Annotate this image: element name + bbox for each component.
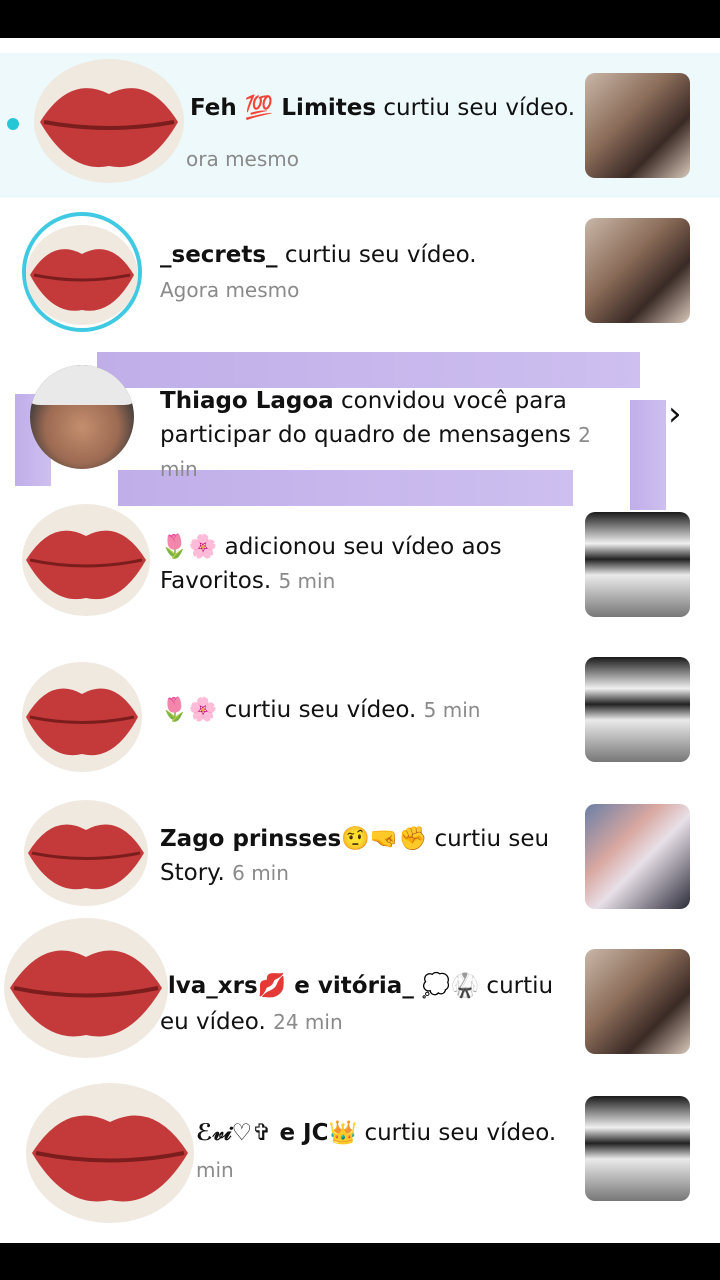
notification-text: ℰ𝓋𝒾♡✞ e JC👑 curtiu seu vídeo. xyxy=(196,1116,616,1150)
video-thumbnail[interactable] xyxy=(585,949,690,1054)
notification-text: Zago prinsses🤨🤜✊ curtiu seu Story. 6 min xyxy=(160,822,580,890)
user-name[interactable]: Feh 💯 Limites xyxy=(190,95,376,121)
user-name[interactable]: Zago prinsses🤨🤜✊ xyxy=(160,826,427,852)
user-name[interactable]: Thiago Lagoa xyxy=(160,388,334,414)
notification-text: 🌷🌸 adicionou seu vídeo aos Favoritos. 5 … xyxy=(160,530,580,598)
unread-dot xyxy=(7,118,19,130)
notification-text: Feh 💯 Limites curtiu seu vídeo. xyxy=(190,91,610,125)
timestamp: Agora mesmo xyxy=(160,278,300,302)
lips-sticker-icon xyxy=(22,662,142,772)
user-name[interactable]: 🌷🌸 xyxy=(160,697,217,723)
lips-sticker-icon xyxy=(26,225,138,325)
purple-overlay-bar xyxy=(630,400,666,510)
status-bar xyxy=(0,0,720,38)
navigation-bar xyxy=(0,1243,720,1280)
action-text: curtiu seu vídeo. xyxy=(224,697,417,723)
lips-sticker-icon xyxy=(26,1083,194,1223)
action-text: curtiu xyxy=(486,973,554,999)
chevron-right-icon[interactable]: › xyxy=(668,394,682,434)
notification-text: Thiago Lagoa convidou você para particip… xyxy=(160,384,630,486)
timestamp: min xyxy=(196,1158,234,1182)
notification-text: _secrets_ curtiu seu vídeo. xyxy=(160,238,580,272)
purple-overlay-bar xyxy=(97,352,640,388)
lips-sticker-icon xyxy=(34,59,184,183)
timestamp: 5 min xyxy=(423,698,481,722)
video-thumbnail[interactable] xyxy=(585,657,690,762)
timestamp: 5 min xyxy=(278,569,336,593)
video-thumbnail[interactable] xyxy=(585,218,690,323)
lips-sticker-icon xyxy=(22,504,150,616)
timestamp: 6 min xyxy=(232,861,289,885)
notification-text: 🌷🌸 curtiu seu vídeo. 5 min xyxy=(160,693,580,727)
action-text: curtiu seu vídeo. xyxy=(383,95,576,121)
lips-sticker-icon xyxy=(4,918,168,1058)
video-thumbnail[interactable] xyxy=(585,73,690,178)
video-thumbnail[interactable] xyxy=(585,512,690,617)
action-text: curtiu seu vídeo. xyxy=(284,242,477,268)
cap-shape xyxy=(30,365,134,405)
notifications-screen: Feh 💯 Limites curtiu seu vídeo. ora mesm… xyxy=(0,38,720,1243)
notification-text: ilva_xrs💋 e vitória_ 💭🥋 curtiu xyxy=(160,969,580,1003)
notification-text-line2: eu vídeo. 24 min xyxy=(160,1005,580,1039)
avatar[interactable] xyxy=(30,365,134,469)
user-name[interactable]: 🌷🌸 xyxy=(160,534,217,560)
user-name[interactable]: ℰ𝓋𝒾♡✞ e JC👑 xyxy=(196,1120,357,1146)
user-name[interactable]: _secrets_ xyxy=(160,242,278,268)
story-thumbnail[interactable] xyxy=(585,804,690,909)
timestamp: ora mesmo xyxy=(186,147,299,171)
timestamp: 24 min xyxy=(273,1010,343,1034)
action-text: curtiu seu vídeo. xyxy=(364,1120,557,1146)
action-text: eu vídeo. xyxy=(160,1009,266,1035)
user-name[interactable]: ilva_xrs💋 e vitória_ 💭🥋 xyxy=(160,973,479,999)
lips-sticker-icon xyxy=(24,800,148,906)
video-thumbnail[interactable] xyxy=(585,1096,690,1201)
